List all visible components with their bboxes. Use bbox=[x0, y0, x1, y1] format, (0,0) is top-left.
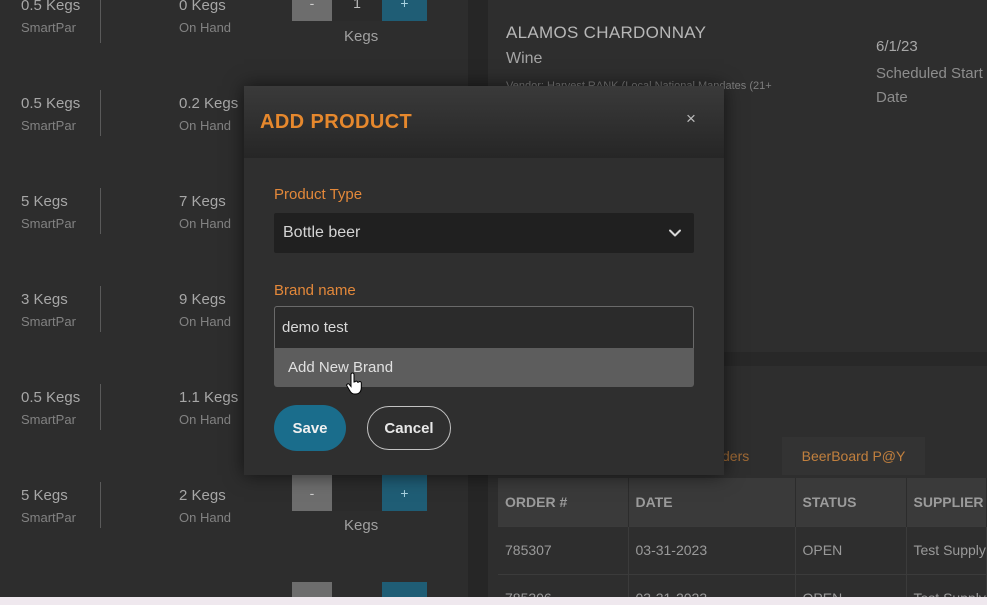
order-supplier: Test Supply bbox=[906, 525, 987, 574]
onhand-cell: 2 Kegs On Hand bbox=[179, 487, 269, 525]
taskbar-strip bbox=[0, 597, 987, 605]
column-header-date[interactable]: DATE bbox=[628, 478, 796, 526]
brand-name-field[interactable] bbox=[274, 306, 694, 348]
cancel-button[interactable]: Cancel bbox=[367, 406, 451, 450]
quantity-stepper: - 1 + bbox=[292, 0, 427, 21]
tab-orders[interactable]: ders bbox=[722, 448, 749, 464]
product-name: ALAMOS CHARDONNAY bbox=[506, 23, 707, 42]
smartpar-cell: 0.5 Kegs SmartPar bbox=[21, 0, 101, 35]
increment-button[interactable]: + bbox=[382, 0, 427, 21]
table-header-row: ORDER # DATE STATUS SUPPLIER bbox=[498, 478, 987, 526]
onhand-value: 0 Kegs bbox=[179, 0, 226, 14]
orders-table: ORDER # DATE STATUS SUPPLIER 785307 03-3… bbox=[498, 478, 987, 605]
brand-name-label: Brand name bbox=[274, 282, 356, 299]
tab-beerboard-pay[interactable]: BeerBoard P@Y bbox=[782, 437, 925, 475]
add-product-modal: ADD PRODUCT × Product Type Bottle beer B… bbox=[244, 86, 724, 475]
decrement-button[interactable]: - bbox=[292, 0, 332, 21]
smartpar-cell: 0.5 Kegs SmartPar bbox=[21, 95, 101, 133]
smartpar-value: 3 Kegs bbox=[21, 291, 68, 308]
stepper-unit: Kegs bbox=[344, 517, 379, 534]
onhand-label: On Hand bbox=[179, 510, 232, 525]
row-divider bbox=[100, 90, 101, 136]
onhand-label: On Hand bbox=[179, 20, 232, 35]
column-header-supplier[interactable]: SUPPLIER bbox=[906, 478, 987, 526]
column-header-order[interactable]: ORDER # bbox=[498, 478, 629, 526]
chevron-down-icon bbox=[669, 229, 681, 237]
row-divider bbox=[100, 482, 101, 528]
order-date: 03-31-2023 bbox=[628, 525, 796, 574]
onhand-cell: 0 Kegs On Hand bbox=[179, 0, 269, 35]
hand-pointer-icon bbox=[346, 372, 362, 395]
stepper-unit: Kegs bbox=[344, 28, 379, 45]
decrement-button[interactable]: - bbox=[292, 475, 332, 511]
smartpar-label: SmartPar bbox=[21, 412, 76, 427]
brand-name-input[interactable] bbox=[282, 319, 682, 336]
smartpar-label: SmartPar bbox=[21, 510, 76, 525]
smartpar-value: 0.5 Kegs bbox=[21, 95, 81, 112]
quantity-stepper: - + bbox=[292, 475, 427, 511]
smartpar-value: 0.5 Kegs bbox=[21, 0, 81, 14]
row-divider bbox=[100, 188, 101, 234]
product-type-value: Bottle beer bbox=[283, 224, 361, 241]
smartpar-value: 5 Kegs bbox=[21, 487, 68, 504]
smartpar-value: 0.5 Kegs bbox=[21, 389, 81, 406]
decrement-button[interactable] bbox=[292, 582, 332, 597]
order-number: 785307 bbox=[498, 525, 629, 574]
row-divider bbox=[100, 384, 101, 430]
modal-title: ADD PRODUCT bbox=[260, 111, 413, 133]
smartpar-cell: 3 Kegs SmartPar bbox=[21, 291, 101, 329]
smartpar-cell: 0.5 Kegs SmartPar bbox=[21, 389, 101, 427]
onhand-value: 2 Kegs bbox=[179, 487, 226, 504]
smartpar-value: 5 Kegs bbox=[21, 193, 68, 210]
smartpar-cell: 5 Kegs SmartPar bbox=[21, 487, 101, 525]
smartpar-cell: 5 Kegs SmartPar bbox=[21, 193, 101, 231]
save-button[interactable]: Save bbox=[274, 405, 346, 451]
product-type-label: Product Type bbox=[274, 186, 363, 203]
scheduled-start-date: 6/1/23 bbox=[876, 38, 918, 55]
column-header-status[interactable]: STATUS bbox=[795, 478, 907, 526]
add-new-brand-option[interactable]: Add New Brand bbox=[274, 348, 694, 387]
order-status: OPEN bbox=[795, 525, 907, 574]
smartpar-label: SmartPar bbox=[21, 216, 76, 231]
increment-button[interactable] bbox=[382, 582, 427, 597]
quantity-value[interactable]: 1 bbox=[332, 0, 382, 21]
scheduled-start-label: Scheduled Start Date bbox=[876, 65, 983, 106]
smartpar-label: SmartPar bbox=[21, 314, 76, 329]
smartpar-label: SmartPar bbox=[21, 118, 76, 133]
increment-button[interactable]: + bbox=[382, 475, 427, 511]
row-divider bbox=[100, 0, 101, 43]
row-divider bbox=[100, 286, 101, 332]
product-type-select[interactable]: Bottle beer bbox=[274, 213, 694, 253]
inventory-row: 0.5 Kegs SmartPar 0 Kegs On Hand - 1 + K… bbox=[0, 0, 468, 95]
close-icon[interactable]: × bbox=[684, 110, 698, 127]
table-row[interactable]: 785307 03-31-2023 OPEN Test Supply bbox=[498, 525, 987, 574]
product-category: Wine bbox=[506, 50, 543, 67]
modal-header: ADD PRODUCT × bbox=[244, 86, 724, 158]
smartpar-label: SmartPar bbox=[21, 20, 76, 35]
quantity-value[interactable] bbox=[332, 475, 382, 511]
inventory-row: 5 Kegs SmartPar 2 Kegs On Hand - + Kegs bbox=[0, 475, 468, 585]
suggestion-label: Add New Brand bbox=[288, 359, 394, 376]
